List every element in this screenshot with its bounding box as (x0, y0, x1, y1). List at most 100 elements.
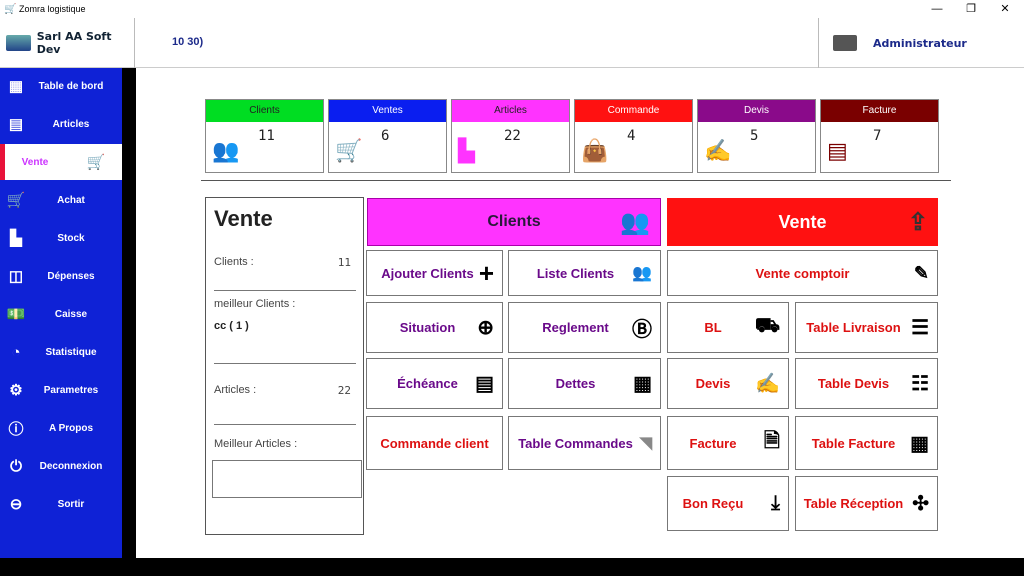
table-reception-button[interactable]: Table Réception ✣ (795, 476, 938, 531)
devis-label: Devis (695, 376, 731, 391)
bl-label: BL (704, 320, 722, 335)
sidebar-item-label: Deconnexion (39, 460, 103, 472)
page-curl-icon: ◥ (639, 435, 652, 452)
divider (201, 180, 951, 181)
divider (214, 363, 356, 364)
truck-icon: ⛟ (754, 315, 780, 337)
sidebar-item-label: Articles (52, 118, 90, 130)
stat-card-value: 11 (258, 128, 275, 144)
sidebar-item-table-de-bord[interactable]: ▦ Table de bord (0, 68, 122, 104)
divider (214, 424, 356, 425)
active-indicator (0, 144, 5, 180)
sidebar-item-a-propos[interactable]: ⓘ A Propos (0, 410, 122, 446)
user-avatar (833, 35, 857, 51)
compress-icon: ✣ (912, 493, 929, 515)
table-facture-button[interactable]: Table Facture ▦ (795, 416, 938, 470)
table-devis-button[interactable]: Table Devis ☷ (795, 358, 938, 409)
bon-recu-label: Bon Reçu (682, 496, 744, 511)
stat-card-value: 4 (627, 128, 636, 144)
vente-header-label: Vente (778, 211, 827, 232)
info-icon: ⓘ (8, 420, 24, 438)
stat-card-commande[interactable]: Commande 4 👜 (574, 99, 693, 173)
best-clients-label: meilleur Clients : (214, 298, 296, 310)
stat-card-value: 7 (873, 128, 882, 144)
window-title: Zomra logistique (19, 4, 86, 14)
panel-title: Vente (214, 206, 273, 231)
sidebar-item-caisse[interactable]: 💵 Caisse (0, 296, 122, 332)
close-button[interactable]: ✕ (988, 0, 1022, 18)
vente-comptoir-label: Vente comptoir (755, 265, 850, 281)
sidebar-item-label: A Propos (48, 422, 94, 434)
table-icon: ▦ (910, 432, 929, 455)
situation-button[interactable]: Situation ⊕ (366, 302, 503, 353)
sidebar-item-achat[interactable]: 🛒 Achat (0, 182, 122, 218)
divider (214, 290, 356, 291)
document-icon: ▤ (8, 116, 24, 133)
user-list-icon: ☷ (911, 373, 929, 395)
pie-chart-icon: ◔ (11, 343, 21, 361)
box-icon: ◫ (8, 268, 24, 285)
best-articles-box (212, 460, 362, 498)
table-devis-label: Table Devis (817, 376, 890, 391)
delivery-icon: 🛒 (335, 138, 363, 163)
liste-clients-button[interactable]: Liste Clients 👥 (508, 250, 661, 296)
sidebar-item-label: Caisse (54, 308, 88, 320)
company-brand: Sarl AA Soft Dev (0, 18, 135, 68)
sidebar-item-stock[interactable]: ▙ Stock (0, 220, 122, 256)
users-icon: 👥 (212, 138, 240, 163)
power-icon: ⏻ (10, 457, 22, 475)
minimize-button[interactable]: — (920, 0, 954, 18)
gear-icon: ⚙ (9, 382, 23, 399)
shopping-bag-icon: 👜 (581, 138, 609, 163)
sidebar-item-dépenses[interactable]: ◫ Dépenses (0, 258, 122, 294)
commande-client-button[interactable]: Commande client (366, 416, 503, 470)
target-icon: ⊕ (477, 317, 494, 339)
articles-label: Articles : (214, 384, 257, 396)
sidebar-item-deconnexion[interactable]: ⏻ Deconnexion (0, 448, 122, 484)
table-facture-label: Table Facture (811, 435, 896, 451)
stat-card-value: 22 (504, 128, 521, 144)
table-livraison-label: Table Livraison (806, 320, 901, 335)
reglement-button[interactable]: Reglement Ⓑ (508, 302, 661, 353)
facture-button[interactable]: Facture 🗎 (667, 416, 789, 470)
stat-card-title: Devis (698, 100, 815, 122)
sidebar-item-sortir[interactable]: ⊖ Sortir (0, 486, 122, 522)
devis-button[interactable]: Devis ✍ (667, 358, 789, 409)
barcode-scanner-icon: ✎ (913, 262, 929, 283)
maximize-button[interactable]: ❐ (954, 0, 988, 18)
echeance-button[interactable]: Échéance ▤ (366, 358, 503, 409)
sidebar-item-label: Parametres (43, 384, 99, 396)
articles-value: 22 (337, 384, 351, 397)
stat-card-ventes[interactable]: Ventes 6 🛒 (328, 99, 447, 173)
company-logo (6, 35, 31, 51)
clients-header-button[interactable]: Clients 👥 (367, 198, 661, 246)
dettes-label: Dettes (555, 376, 596, 391)
sidebar-item-vente[interactable]: Vente 🛒 (0, 144, 122, 180)
table-commandes-button[interactable]: Table Commandes ◥ (508, 416, 661, 470)
table-reception-label: Table Réception (803, 496, 904, 511)
top-value: 10 30) (172, 36, 204, 48)
users-icon: 👥 (632, 265, 652, 282)
stat-card-articles[interactable]: Articles 22 ▙ (451, 99, 570, 173)
liste-clients-label: Liste Clients (536, 265, 615, 281)
dettes-button[interactable]: Dettes ▦ (508, 358, 661, 409)
table-livraison-button[interactable]: Table Livraison ☰ (795, 302, 938, 353)
stat-card-devis[interactable]: Devis 5 ✍ (697, 99, 816, 173)
bl-button[interactable]: BL ⛟ (667, 302, 789, 353)
user-name: Administrateur (873, 36, 967, 50)
user-box[interactable]: Administrateur (818, 18, 1020, 68)
stat-card-facture[interactable]: Facture 7 ▤ (820, 99, 939, 173)
stat-card-clients[interactable]: Clients 11 👥 (205, 99, 324, 173)
bon-recu-button[interactable]: Bon Reçu ⤓ (667, 476, 789, 531)
commande-client-label: Commande client (380, 435, 489, 451)
sidebar: ▦ Table de bord ▤ Articles Vente 🛒 🛒 Achat ▙ Stoc… (0, 68, 122, 558)
notebook-icon: ▤ (475, 373, 494, 395)
sidebar-item-statistique[interactable]: ◔ Statistique (0, 334, 122, 370)
stat-card-title: Articles (452, 100, 569, 122)
stat-card-title: Clients (206, 100, 323, 122)
vente-comptoir-button[interactable]: Vente comptoir ✎ (667, 250, 938, 296)
vente-header-button[interactable]: Vente ⇪ (667, 198, 938, 246)
sidebar-item-articles[interactable]: ▤ Articles (0, 106, 122, 142)
ajouter-clients-button[interactable]: Ajouter Clients + (366, 250, 503, 296)
sidebar-item-parametres[interactable]: ⚙ Parametres (0, 372, 122, 408)
